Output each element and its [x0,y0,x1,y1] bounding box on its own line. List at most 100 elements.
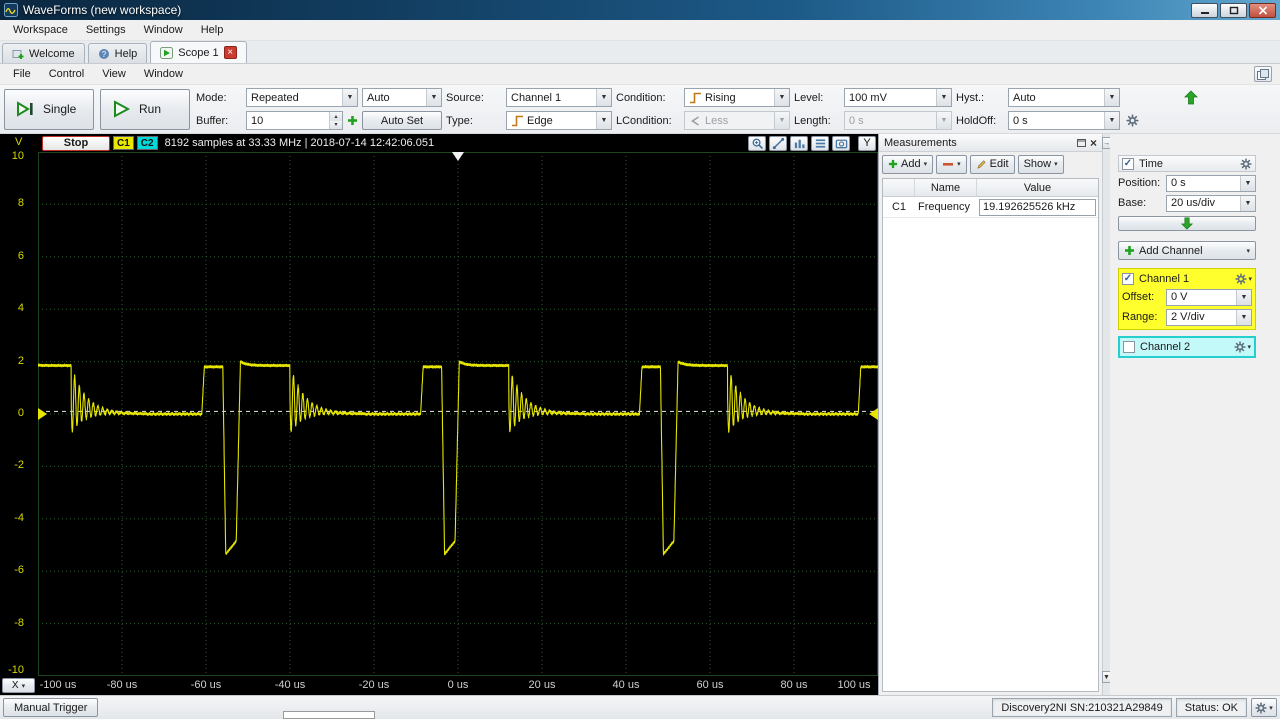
column-name[interactable]: Name [915,179,977,196]
maximize-icon [1229,6,1238,14]
rising-edge-icon [690,92,701,103]
buffer-label: Buffer: [196,114,229,127]
channel1-checkbox[interactable]: ✓ [1122,272,1134,285]
measurements-toolbar: Add ▾ ▾ Edit Show ▾ [879,152,1102,176]
column-value[interactable]: Value [977,179,1098,196]
channel2-badge[interactable]: C2 [136,136,158,150]
menu-file[interactable]: File [4,66,40,82]
hysteresis-select[interactable]: Auto ▼ [1008,88,1120,107]
tab-help[interactable]: ? Help [87,43,148,63]
waveform-plot[interactable] [38,152,878,676]
condition-select[interactable]: Rising ▼ [684,88,790,107]
chevron-down-icon: ▾ [21,682,26,690]
plus-icon [888,159,898,169]
list-view-button[interactable] [811,135,829,151]
row-name: Frequency [918,201,970,213]
float-panel-icon[interactable] [1076,138,1086,147]
menu-control[interactable]: Control [40,66,93,82]
x-tick-label: 100 us [837,679,871,691]
trigger-auto-select[interactable]: Auto ▼ [362,88,442,107]
level-select[interactable]: 100 mV ▼ [844,88,952,107]
menu-workspace[interactable]: Workspace [4,22,77,38]
buffer-spinner[interactable]: 10 ▴ ▾ [246,111,343,130]
expand-time-button[interactable] [1118,216,1256,231]
chevron-down-icon: ▾ [1247,344,1251,351]
dock-layout-button[interactable] [1254,66,1272,82]
y-tick-label: 6 [17,249,24,262]
scope-play-icon [160,46,174,59]
gear-icon [1234,341,1247,353]
device-options-button[interactable]: ▾ [1251,698,1277,717]
trigger-armed-arrow-icon [1184,90,1198,105]
close-button[interactable] [1249,2,1276,18]
run-button[interactable]: Run [100,88,190,130]
range-select[interactable]: 2 V/div ▼ [1166,308,1252,326]
source-select[interactable]: Channel 1 ▼ [506,88,612,107]
minimize-button[interactable] [1191,2,1218,18]
stop-button[interactable]: Stop [42,135,110,151]
y-axis-button[interactable]: Y [858,135,876,151]
mode-select[interactable]: Repeated ▼ [246,88,358,107]
menu-window2[interactable]: Window [135,66,192,82]
add-measurement-button[interactable]: Add ▾ [882,154,934,174]
channel1-badge[interactable]: C1 [113,136,134,150]
chevron-down-icon: ▾ [1248,275,1252,283]
defined-measurement-button[interactable]: ▾ [936,154,967,174]
x-axis-button[interactable]: X ▾ [2,678,35,693]
length-label: Length: [794,114,831,127]
menu-settings[interactable]: Settings [77,22,135,38]
chevron-down-icon: ▼ [1236,309,1251,325]
title-bar[interactable]: WaveForms (new workspace) [0,0,1280,20]
vertical-bars-button[interactable] [790,135,808,151]
gear-icon [1235,272,1248,285]
table-row[interactable]: C1 Frequency 19.192625526 kHz [883,197,1098,218]
channel2-checkbox[interactable] [1123,341,1135,353]
snapshot-icon [835,139,847,148]
list-view-icon [815,138,825,148]
type-select[interactable]: Edge ▼ [506,111,612,130]
channel1-options-button[interactable]: ▾ [1235,272,1252,285]
tab-scope-1[interactable]: Scope 1 × [150,41,247,63]
base-select[interactable]: 20 us/div ▼ [1166,194,1256,212]
show-measurement-button[interactable]: Show ▾ [1017,154,1064,174]
trigger-options-gear-icon[interactable] [1126,114,1139,127]
auto-set-button[interactable]: Auto Set [362,111,442,130]
less-icon [691,115,699,126]
offset-select[interactable]: 0 V ▼ [1166,288,1252,306]
channel2-options-button[interactable]: ▾ [1234,341,1251,353]
close-panel-icon[interactable]: × [1090,137,1097,149]
status-indicator: Status: OK [1175,698,1247,717]
y-tick-label: -4 [14,511,24,524]
app-icon [4,3,18,17]
add-channel-button[interactable]: Add Channel ▾ [1118,241,1256,260]
spinner-arrows[interactable]: ▴ ▾ [329,112,342,129]
time-options-button[interactable] [1240,157,1252,170]
slope-cursor-button[interactable] [769,135,787,151]
time-checkbox[interactable]: ✓ [1122,157,1134,170]
position-select[interactable]: 0 s ▼ [1166,174,1256,192]
menu-help[interactable]: Help [192,22,233,38]
tab-welcome[interactable]: Welcome [2,43,85,63]
zoom-in-button[interactable] [748,135,766,151]
tab-bar: Welcome ? Help Scope 1 × [0,41,1280,64]
x-tick-label: -20 us [358,679,390,691]
single-button[interactable]: Single [4,88,94,130]
status-bar: Manual Trigger Discovery2NI SN:210321A29… [0,695,1280,719]
tab-close-icon[interactable]: × [223,46,237,59]
edit-measurement-button[interactable]: Edit [969,154,1015,174]
add-buffer-icon[interactable] [347,115,358,126]
holdoff-select[interactable]: 0 s ▼ [1008,111,1120,130]
snapshot-button[interactable] [832,135,850,151]
x-tick-label: 80 us [780,679,808,691]
menu-window[interactable]: Window [135,22,192,38]
y-tick-label: -2 [14,459,24,472]
channel2-group[interactable]: Channel 2 ▾ [1118,336,1256,358]
menu-view[interactable]: View [93,66,135,82]
manual-trigger-button[interactable]: Manual Trigger [3,698,99,717]
base-label: Base: [1118,197,1147,209]
frequency-value-field[interactable]: 19.192625526 kHz [979,198,1096,216]
maximize-button[interactable] [1220,2,1247,18]
offset-label: Offset: [1122,291,1155,303]
single-label: Single [43,102,77,116]
gear-icon [1255,701,1267,714]
